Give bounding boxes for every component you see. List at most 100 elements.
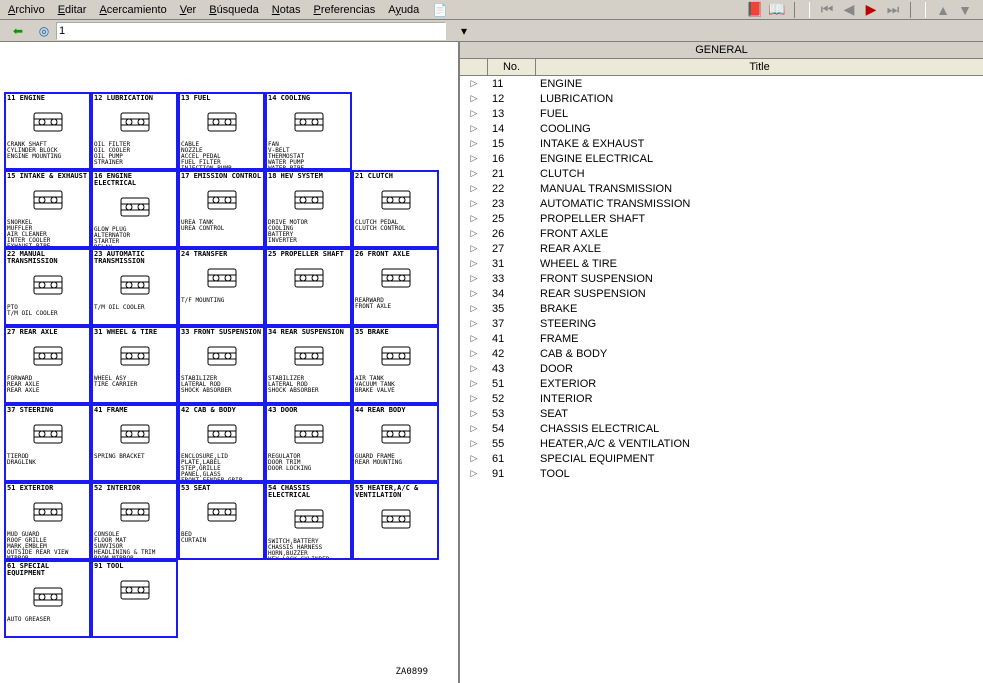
list-body[interactable]: ▷11ENGINE▷12LUBRICATION▷13FUEL▷14COOLING…: [460, 76, 983, 683]
expand-icon[interactable]: ▷: [460, 123, 488, 134]
expand-icon[interactable]: ▷: [460, 108, 488, 119]
diagram-cell[interactable]: 44 REAR BODYGUARD FRAME REAR MOUNTING: [352, 404, 439, 482]
expand-icon[interactable]: ▷: [460, 378, 488, 389]
col-title[interactable]: Title: [536, 59, 983, 75]
expand-icon[interactable]: ▷: [460, 243, 488, 254]
diagram-cell[interactable]: 11 ENGINECRANK SHAFT CYLINDER BLOCK ENGI…: [4, 92, 91, 170]
table-row[interactable]: ▷31WHEEL & TIRE: [460, 256, 983, 271]
table-row[interactable]: ▷55HEATER,A/C & VENTILATION: [460, 436, 983, 451]
expand-icon[interactable]: ▷: [460, 438, 488, 449]
menu-archivo[interactable]: Archivo: [2, 2, 51, 18]
expand-icon[interactable]: ▷: [460, 318, 488, 329]
diagram-cell[interactable]: 52 INTERIORCONSOLE FLOOR MAT SUNVISOR HE…: [91, 482, 178, 560]
diagram-cell[interactable]: 21 CLUTCHCLUTCH PEDAL CLUTCH CONTROL: [352, 170, 439, 248]
table-row[interactable]: ▷26FRONT AXLE: [460, 226, 983, 241]
col-expand[interactable]: [460, 59, 488, 75]
table-row[interactable]: ▷53SEAT: [460, 406, 983, 421]
expand-icon[interactable]: ▷: [460, 228, 488, 239]
expand-icon[interactable]: ▷: [460, 258, 488, 269]
nav-down-icon[interactable]: ▼: [957, 2, 973, 18]
diagram-cell[interactable]: 18 HEV SYSTEMDRIVE MOTOR COOLING BATTERY…: [265, 170, 352, 248]
table-row[interactable]: ▷91TOOL: [460, 466, 983, 481]
expand-icon[interactable]: ▷: [460, 213, 488, 224]
diagram-cell[interactable]: 54 CHASSIS ELECTRICALSWITCH,BATTERY CHAS…: [265, 482, 352, 560]
table-row[interactable]: ▷27REAR AXLE: [460, 241, 983, 256]
menu-ver[interactable]: Ver: [174, 2, 203, 18]
expand-icon[interactable]: ▷: [460, 183, 488, 194]
diagram-cell[interactable]: 26 FRONT AXLEREARWARD FRONT AXLE: [352, 248, 439, 326]
diagram-cell[interactable]: 23 AUTOMATIC TRANSMISSIONT/M OIL COOLER: [91, 248, 178, 326]
col-no[interactable]: No.: [488, 59, 536, 75]
expand-icon[interactable]: ▷: [460, 453, 488, 464]
diagram-cell[interactable]: 51 EXTERIORMUD GUARD ROOF GRILLE MARK,EM…: [4, 482, 91, 560]
dropdown-icon[interactable]: ▾: [456, 23, 472, 39]
expand-icon[interactable]: ▷: [460, 93, 488, 104]
diagram-cell[interactable]: 31 WHEEL & TIREWHEEL ASY TIRE CARRIER: [91, 326, 178, 404]
table-row[interactable]: ▷13FUEL: [460, 106, 983, 121]
table-row[interactable]: ▷35BRAKE: [460, 301, 983, 316]
diagram-cell[interactable]: 53 SEATBED CURTAIN: [178, 482, 265, 560]
diagram-cell[interactable]: 91 TOOL: [91, 560, 178, 638]
table-row[interactable]: ▷34REAR SUSPENSION: [460, 286, 983, 301]
menu-busqueda[interactable]: Búsqueda: [203, 2, 265, 18]
diagram-cell[interactable]: 42 CAB & BODYENCLOSURE,LID PLATE,LABEL S…: [178, 404, 265, 482]
diagram-cell[interactable]: 22 MANUAL TRANSMISSIONPTO T/M OIL COOLER: [4, 248, 91, 326]
expand-icon[interactable]: ▷: [460, 363, 488, 374]
expand-icon[interactable]: ▷: [460, 423, 488, 434]
table-row[interactable]: ▷61SPECIAL EQUIPMENT: [460, 451, 983, 466]
table-row[interactable]: ▷41FRAME: [460, 331, 983, 346]
path-combo[interactable]: [56, 22, 446, 40]
table-row[interactable]: ▷54CHASSIS ELECTRICAL: [460, 421, 983, 436]
expand-icon[interactable]: ▷: [460, 333, 488, 344]
expand-icon[interactable]: ▷: [460, 303, 488, 314]
back-icon[interactable]: ⬅: [10, 23, 26, 39]
nav-last-icon[interactable]: ⏭: [885, 2, 901, 18]
table-row[interactable]: ▷52INTERIOR: [460, 391, 983, 406]
expand-icon[interactable]: ▷: [460, 348, 488, 359]
diagram-cell[interactable]: 27 REAR AXLEFORWARD REAR AXLE REAR AXLE: [4, 326, 91, 404]
expand-icon[interactable]: ▷: [460, 78, 488, 89]
table-row[interactable]: ▷12LUBRICATION: [460, 91, 983, 106]
nav-up-icon[interactable]: ▲: [935, 2, 951, 18]
diagram-cell[interactable]: 35 BRAKEAIR TANK VACUUM TANK BRAKE VALVE: [352, 326, 439, 404]
book-white-icon[interactable]: 📖: [769, 2, 785, 18]
diagram-cell[interactable]: 34 REAR SUSPENSIONSTABILIZER LATERAL ROD…: [265, 326, 352, 404]
diagram-cell[interactable]: 15 INTAKE & EXHAUSTSNORKEL MUFFLER AIR C…: [4, 170, 91, 248]
menu-ayuda[interactable]: Ayuda: [382, 2, 425, 18]
nav-prev-icon[interactable]: ◀: [841, 2, 857, 18]
diagram-cell[interactable]: 17 EMISSION CONTROLUREA TANK UREA CONTRO…: [178, 170, 265, 248]
page-icon[interactable]: 📄: [432, 2, 448, 18]
table-row[interactable]: ▷22MANUAL TRANSMISSION: [460, 181, 983, 196]
diagram-cell[interactable]: 33 FRONT SUSPENSIONSTABILIZER LATERAL RO…: [178, 326, 265, 404]
nav-first-icon[interactable]: ⏮: [819, 2, 835, 18]
expand-icon[interactable]: ▷: [460, 198, 488, 209]
table-row[interactable]: ▷21CLUTCH: [460, 166, 983, 181]
diagram-cell[interactable]: 61 SPECIAL EQUIPMENTAUTO GREASER: [4, 560, 91, 638]
diagram-cell[interactable]: 25 PROPELLER SHAFT: [265, 248, 352, 326]
expand-icon[interactable]: ▷: [460, 288, 488, 299]
expand-icon[interactable]: ▷: [460, 273, 488, 284]
menu-preferencias[interactable]: Preferencias: [308, 2, 382, 18]
expand-icon[interactable]: ▷: [460, 138, 488, 149]
table-row[interactable]: ▷37STEERING: [460, 316, 983, 331]
table-row[interactable]: ▷14COOLING: [460, 121, 983, 136]
expand-icon[interactable]: ▷: [460, 408, 488, 419]
table-row[interactable]: ▷42CAB & BODY: [460, 346, 983, 361]
expand-icon[interactable]: ▷: [460, 468, 488, 479]
table-row[interactable]: ▷16ENGINE ELECTRICAL: [460, 151, 983, 166]
diagram-cell[interactable]: 12 LUBRICATIONOIL FILTER OIL COOLER OIL …: [91, 92, 178, 170]
expand-icon[interactable]: ▷: [460, 168, 488, 179]
book-red-icon[interactable]: 📕: [747, 2, 763, 18]
table-row[interactable]: ▷23AUTOMATIC TRANSMISSION: [460, 196, 983, 211]
nav-next-icon[interactable]: ▶: [863, 2, 879, 18]
diagram-cell[interactable]: 14 COOLINGFAN V-BELT THERMOSTAT WATER PU…: [265, 92, 352, 170]
menu-editar[interactable]: Editar: [52, 2, 93, 18]
diagram-cell[interactable]: 16 ENGINE ELECTRICALGLOW PLUG ALTERNATOR…: [91, 170, 178, 248]
table-row[interactable]: ▷25PROPELLER SHAFT: [460, 211, 983, 226]
expand-icon[interactable]: ▷: [460, 393, 488, 404]
menu-acercamiento[interactable]: Acercamiento: [93, 2, 172, 18]
table-row[interactable]: ▷11ENGINE: [460, 76, 983, 91]
menu-notas[interactable]: Notas: [266, 2, 307, 18]
table-row[interactable]: ▷51EXTERIOR: [460, 376, 983, 391]
diagram-cell[interactable]: 55 HEATER,A/C & VENTILATION: [352, 482, 439, 560]
